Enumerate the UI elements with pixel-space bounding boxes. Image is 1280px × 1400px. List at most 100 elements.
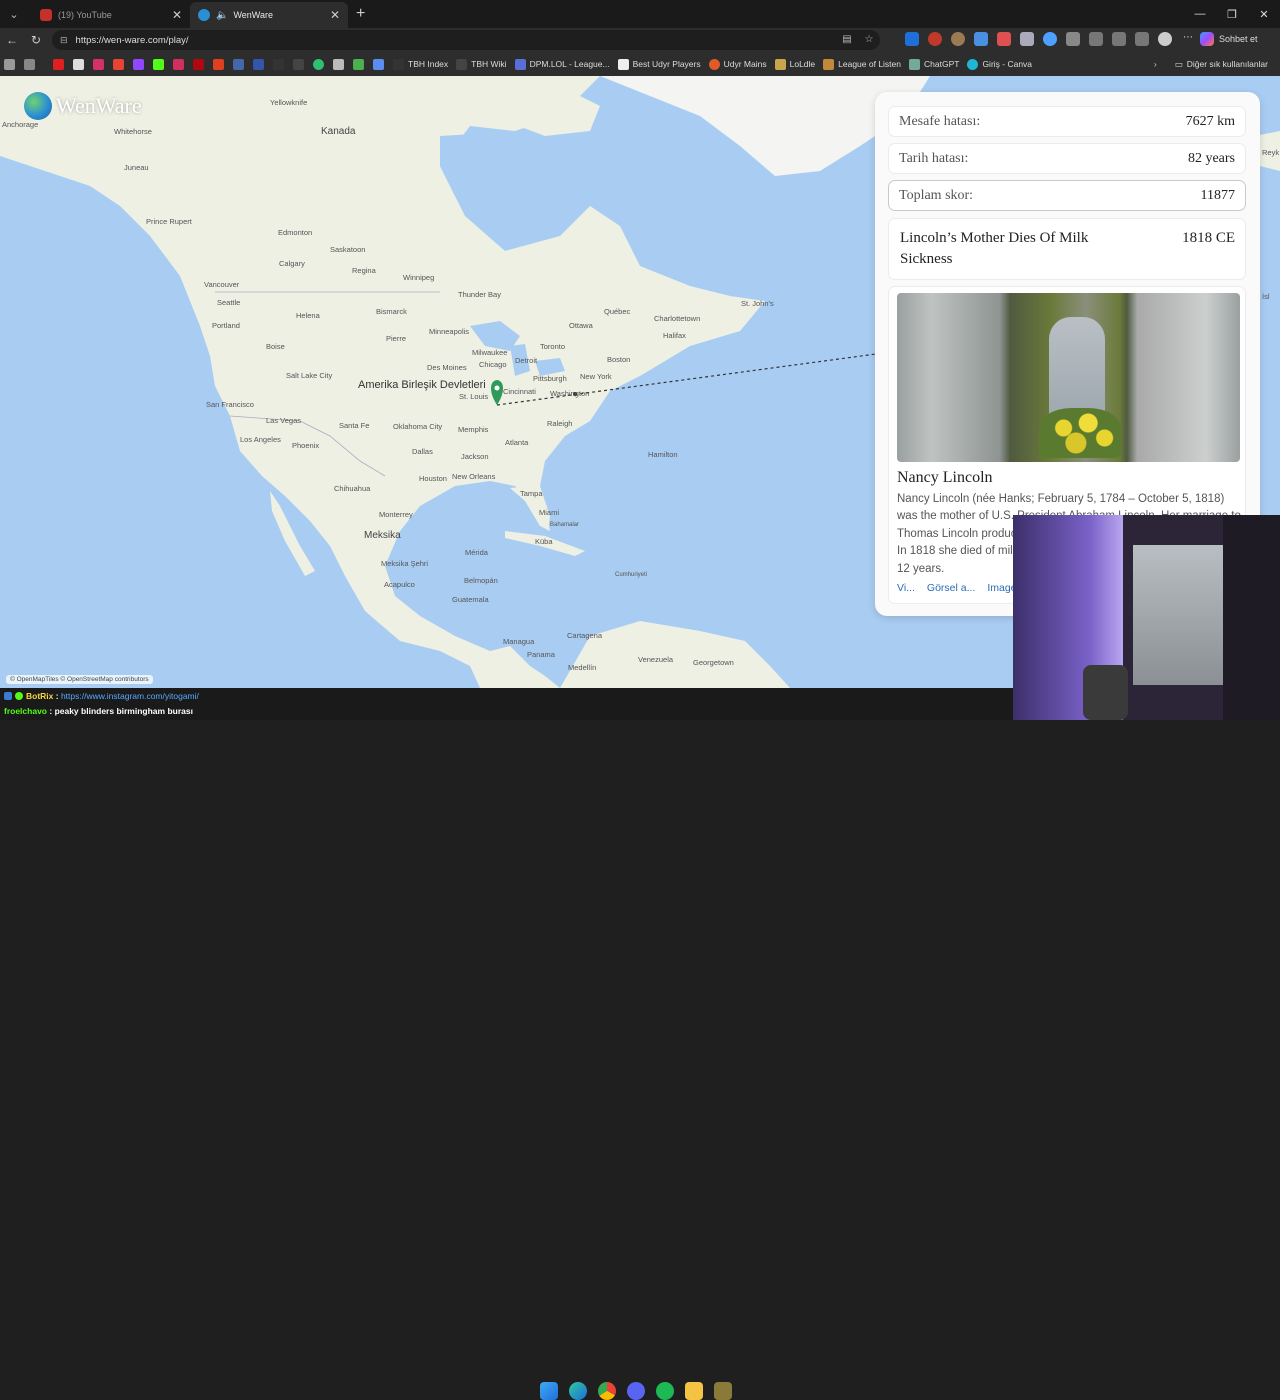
extensions-icon[interactable] (1066, 32, 1080, 46)
restore-icon[interactable]: ❐ (1216, 0, 1248, 28)
bookmark-x[interactable] (73, 58, 84, 70)
bookmark-site[interactable] (353, 58, 364, 70)
tab-youtube[interactable]: (19) YouTube ✕ (32, 2, 190, 28)
event-title: Lincoln’s Mother Dies Of Milk Sickness (900, 230, 1089, 267)
map-label-city: Milwaukee (472, 348, 508, 357)
new-tab-icon[interactable]: + (356, 5, 365, 23)
address-bar-row: ← ↻ ⊟ https://wen-ware.com/play/ ▤ ☆ ⋯ S… (0, 28, 1280, 52)
split-screen-icon[interactable] (1089, 32, 1103, 46)
map-label-city: Cincinnati (503, 387, 536, 396)
bookmark-best-udyr[interactable]: Best Udyr Players (617, 58, 701, 70)
reader-icon[interactable]: ▤ (840, 32, 854, 46)
extension-icon[interactable] (974, 32, 988, 46)
chevron-right-icon[interactable]: › (1154, 59, 1157, 69)
bookmark-site[interactable] (253, 58, 264, 70)
bookmark-tbh-index[interactable]: TBH Index (393, 58, 448, 70)
other-bookmarks-button[interactable]: › ▭ Diğer sık kullanılanlar (1153, 52, 1268, 76)
bookmark-site[interactable] (313, 58, 324, 70)
map-label-city: Panama (527, 650, 555, 659)
copilot-button[interactable]: Sohbet et (1200, 32, 1258, 46)
map-label-city: Los Angeles (240, 435, 281, 444)
file-explorer-icon[interactable] (685, 1382, 703, 1400)
bookmark-chatgpt[interactable]: ChatGPT (909, 58, 959, 70)
speaker-icon[interactable]: 🔈 (216, 10, 228, 21)
favorites-icon[interactable] (1112, 32, 1126, 46)
copilot-icon (1200, 32, 1214, 46)
extension-icon[interactable] (1043, 32, 1057, 46)
chrome-icon[interactable] (598, 1382, 616, 1400)
bookmark-site[interactable] (373, 58, 384, 70)
source-link[interactable]: Görsel a... (927, 582, 975, 594)
source-link[interactable]: Vi... (897, 582, 915, 594)
map-label-city: Cumhuriyeti (615, 572, 648, 578)
collections-icon[interactable] (1135, 32, 1149, 46)
kick-badge-icon (15, 692, 23, 700)
back-icon[interactable]: ← (0, 33, 24, 47)
twitch-icon (133, 58, 144, 70)
bookmark-icon-button[interactable] (24, 58, 35, 70)
map-label-city: Dallas (412, 447, 433, 456)
bookmark-league-of-listen[interactable]: League of Listen (823, 58, 901, 70)
map-label-city: Vancouver (204, 280, 240, 289)
bookmark-tbh-wiki[interactable]: TBH Wiki (456, 58, 507, 70)
total-score-row: Toplam skor: 11877 (888, 180, 1246, 211)
map-label-city: Chicago (479, 360, 507, 369)
chat-text[interactable]: https://www.instagram.com/yitogami/ (61, 691, 199, 701)
extension-icon[interactable] (997, 32, 1011, 46)
map-label-city: Guatemala (452, 595, 489, 604)
map-label-city: Jackson (461, 452, 489, 461)
bookmark-site[interactable] (213, 58, 224, 70)
spotify-icon[interactable] (656, 1382, 674, 1400)
url-field[interactable]: ⊟ https://wen-ware.com/play/ (52, 30, 880, 50)
map-label-city: New Orleans (452, 472, 496, 481)
gravestone-photo[interactable] (897, 293, 1240, 462)
edge-icon[interactable] (569, 1382, 587, 1400)
bookmark-site[interactable] (173, 58, 184, 70)
favorite-star-icon[interactable]: ☆ (862, 32, 876, 46)
more-menu-icon[interactable]: ⋯ (1181, 32, 1195, 46)
bookmark-youtube[interactable] (53, 58, 64, 70)
windows-start-icon[interactable] (540, 1382, 558, 1400)
site-info-icon[interactable]: ⊟ (60, 35, 68, 46)
bookmark-icon-button[interactable] (4, 58, 15, 70)
bookmark-instagram[interactable] (93, 58, 104, 70)
map-attribution[interactable]: © OpenMapTiles © OpenStreetMap contribut… (6, 675, 153, 684)
map-label-city: Reyk (1262, 148, 1280, 157)
bookmark-label: League of Listen (838, 59, 901, 69)
minimize-icon[interactable]: — (1184, 0, 1216, 28)
map-label-city: Atlanta (505, 438, 529, 447)
bookmark-canva[interactable]: Giriş - Canva (967, 58, 1032, 70)
map-label-city: Salt Lake City (286, 371, 333, 380)
bookmark-twitch[interactable] (133, 58, 144, 70)
map-label-city: Acapulco (384, 580, 415, 589)
profile-avatar-icon[interactable] (1158, 32, 1172, 46)
extension-icon[interactable] (951, 32, 965, 46)
bookmark-udyr-mains[interactable]: Udyr Mains (708, 58, 767, 70)
discord-icon[interactable] (627, 1382, 645, 1400)
extension-icon[interactable] (1020, 32, 1034, 46)
bookmark-dpm[interactable]: DPM.LOL - League... (514, 58, 610, 70)
close-tab-icon[interactable]: ✕ (172, 8, 182, 22)
bookmark-loldle[interactable]: LoLdle (774, 58, 815, 70)
map-label-city: Halifax (663, 331, 686, 340)
map-label-city: St. John's (741, 299, 774, 308)
bookmark-gmail[interactable] (113, 58, 124, 70)
bookmark-site[interactable] (233, 58, 244, 70)
app-icon[interactable] (714, 1382, 732, 1400)
extension-icon[interactable] (905, 32, 919, 46)
bookmark-site[interactable] (293, 58, 304, 70)
tab-actions-menu-icon[interactable]: ⌄ (2, 2, 26, 26)
bookmark-site[interactable] (333, 58, 344, 70)
close-tab-icon[interactable]: ✕ (330, 8, 340, 22)
wenware-logo[interactable]: WenWare (20, 92, 142, 120)
youtube-icon (53, 58, 64, 70)
map-label-city: Anchorage (2, 120, 39, 129)
close-window-icon[interactable]: ✕ (1248, 0, 1280, 28)
bookmark-kick[interactable] (153, 58, 164, 70)
extension-icon[interactable] (928, 32, 942, 46)
refresh-icon[interactable]: ↻ (24, 33, 48, 47)
bookmark-netflix[interactable] (193, 58, 204, 70)
bookmark-site[interactable] (273, 58, 284, 70)
map-label-city: Detroit (515, 356, 538, 365)
tab-wenware[interactable]: 🔈 WenWare ✕ (190, 2, 348, 28)
